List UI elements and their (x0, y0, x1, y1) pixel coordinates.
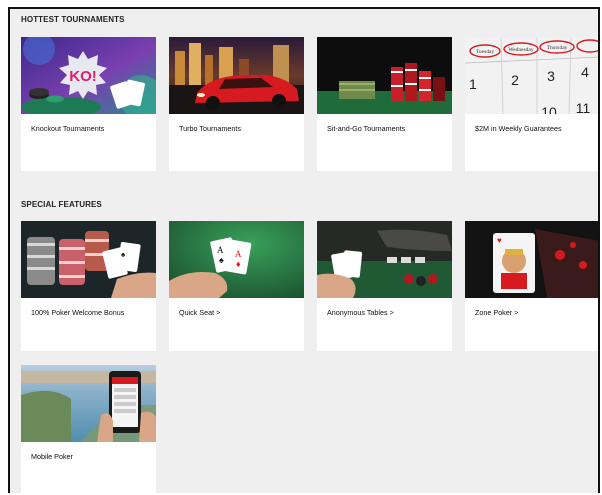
svg-text:♦: ♦ (236, 259, 241, 269)
turbo-image (169, 37, 304, 114)
knockout-image: KO! (21, 37, 156, 114)
calendar-date-2: 2 (511, 72, 519, 88)
sit-and-go-image (317, 37, 452, 114)
card-turbo-tournaments[interactable]: Turbo Tournaments (169, 37, 304, 171)
svg-text:1: 1 (469, 76, 477, 92)
anonymous-tables-image (317, 221, 452, 298)
calendar-date-10: 10 (541, 104, 557, 114)
calendar-day-1: Tuesday (476, 49, 495, 55)
card-weekly-guarantees[interactable]: Tuesday Wednesday Thursday 1 2 3 4 10 11… (465, 37, 598, 171)
calendar-date-3: 3 (547, 68, 555, 84)
zone-poker-image: ♥ (465, 221, 598, 298)
card-anonymous-tables[interactable]: Anonymous Tables > (317, 221, 452, 351)
calendar-image: Tuesday Wednesday Thursday 1 2 3 4 10 11 (465, 37, 598, 114)
section-title-special-features: SPECIAL FEATURES (21, 200, 102, 209)
section-title-hottest-tournaments: HOTTEST TOURNAMENTS (21, 15, 125, 24)
ko-badge-text: KO! (69, 68, 97, 85)
card-zone-poker[interactable]: ♥ Zone Poker > (465, 221, 598, 351)
card-label: $2M in Weekly Guarantees (475, 124, 562, 133)
card-sit-and-go-tournaments[interactable]: Sit-and-Go Tournaments (317, 37, 452, 171)
card-label: Mobile Poker (31, 452, 73, 461)
card-label: Anonymous Tables > (327, 308, 394, 317)
calendar-date-11: 11 (576, 100, 591, 114)
card-label: Knockout Tournaments (31, 124, 105, 133)
svg-text:A: A (217, 245, 224, 255)
card-label: 100% Poker Welcome Bonus (31, 308, 125, 317)
mobile-poker-image (21, 365, 156, 442)
card-quick-seat[interactable]: A ♠ A ♦ Quick Seat > (169, 221, 304, 351)
page-frame: HOTTEST TOURNAMENTS KO! Knockout Tournam… (8, 7, 600, 493)
svg-text:♠: ♠ (219, 255, 224, 265)
card-label: Turbo Tournaments (179, 124, 241, 133)
svg-text:A: A (235, 249, 242, 259)
calendar-date-4: 4 (581, 64, 589, 80)
card-knockout-tournaments[interactable]: KO! Knockout Tournaments (21, 37, 156, 171)
svg-text:♥: ♥ (497, 236, 502, 245)
welcome-bonus-image: ♠ (21, 221, 156, 298)
card-welcome-bonus[interactable]: ♠ 100% Poker Welcome Bonus (21, 221, 156, 351)
calendar-day-2: Wednesday (508, 47, 533, 53)
calendar-day-3: Thursday (547, 45, 568, 51)
quick-seat-image: A ♠ A ♦ (169, 221, 304, 298)
card-label: Zone Poker > (475, 308, 519, 317)
card-label: Quick Seat > (179, 308, 221, 317)
card-label: Sit-and-Go Tournaments (327, 124, 406, 133)
card-mobile-poker[interactable]: Mobile Poker (21, 365, 156, 493)
